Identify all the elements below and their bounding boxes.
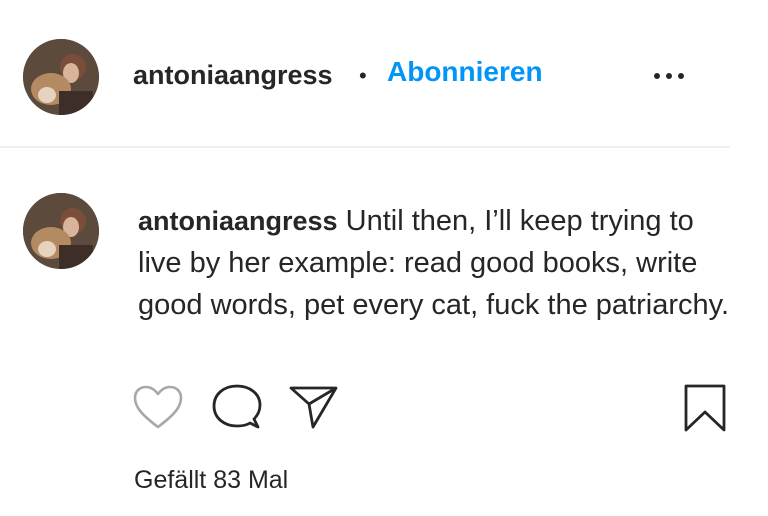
comment-avatar[interactable] (23, 193, 99, 269)
more-horizontal-icon (654, 73, 684, 79)
heart-icon[interactable] (132, 384, 184, 430)
follow-button[interactable]: Abonnieren (387, 56, 543, 88)
header-username[interactable]: antoniaangress (133, 60, 333, 91)
comment-bubble-icon[interactable] (210, 383, 262, 431)
post-header: antoniaangress • Abonnieren (0, 0, 730, 148)
likes-count[interactable]: Gefällt 83 Mal (134, 466, 288, 495)
comment-username[interactable]: antoniaangress (138, 206, 338, 236)
bookmark-icon[interactable] (682, 383, 728, 433)
separator-dot: • (359, 63, 367, 88)
caption-text-block: antoniaangress Until then, I’ll keep try… (138, 200, 738, 326)
paper-plane-icon[interactable] (288, 384, 340, 430)
more-options-button[interactable] (650, 62, 690, 90)
avatar[interactable] (23, 39, 99, 115)
